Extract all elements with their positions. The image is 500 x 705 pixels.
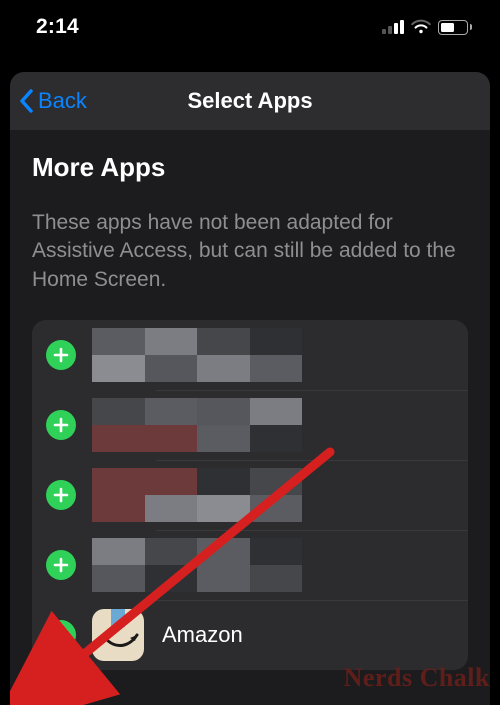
add-button[interactable]: [46, 620, 76, 650]
battery-icon: [438, 20, 472, 35]
chevron-left-icon: [18, 88, 36, 114]
wifi-icon: [410, 19, 432, 35]
redacted-app: [92, 328, 302, 382]
redacted-app: [92, 398, 302, 452]
redacted-app: [92, 468, 302, 522]
add-button[interactable]: [46, 480, 76, 510]
status-time: 2:14: [36, 15, 79, 39]
section-description: These apps have not been adapted for Ass…: [32, 209, 468, 294]
section-title: More Apps: [32, 152, 468, 183]
add-button[interactable]: [46, 340, 76, 370]
status-bar: 2:14: [0, 0, 500, 54]
nav-bar: Back Select Apps: [10, 72, 490, 130]
plus-icon: [53, 557, 69, 573]
app-row-amazon[interactable]: Amazon: [32, 600, 468, 670]
back-button[interactable]: Back: [10, 88, 87, 114]
app-row-redacted[interactable]: [32, 390, 468, 460]
app-label: Amazon: [162, 622, 243, 648]
settings-sheet: Back Select Apps More Apps These apps ha…: [10, 72, 490, 705]
plus-icon: [53, 417, 69, 433]
cellular-signal-icon: [382, 20, 404, 34]
content: More Apps These apps have not been adapt…: [10, 130, 490, 670]
back-label: Back: [38, 88, 87, 114]
amazon-app-icon: [92, 609, 144, 661]
plus-icon: [53, 627, 69, 643]
app-row-redacted[interactable]: [32, 320, 468, 390]
apps-list: Amazon: [32, 320, 468, 670]
app-row-redacted[interactable]: [32, 460, 468, 530]
status-icons: [382, 19, 472, 35]
plus-icon: [53, 487, 69, 503]
app-row-redacted[interactable]: [32, 530, 468, 600]
plus-icon: [53, 347, 69, 363]
redacted-app: [92, 538, 302, 592]
add-button[interactable]: [46, 410, 76, 440]
add-button[interactable]: [46, 550, 76, 580]
